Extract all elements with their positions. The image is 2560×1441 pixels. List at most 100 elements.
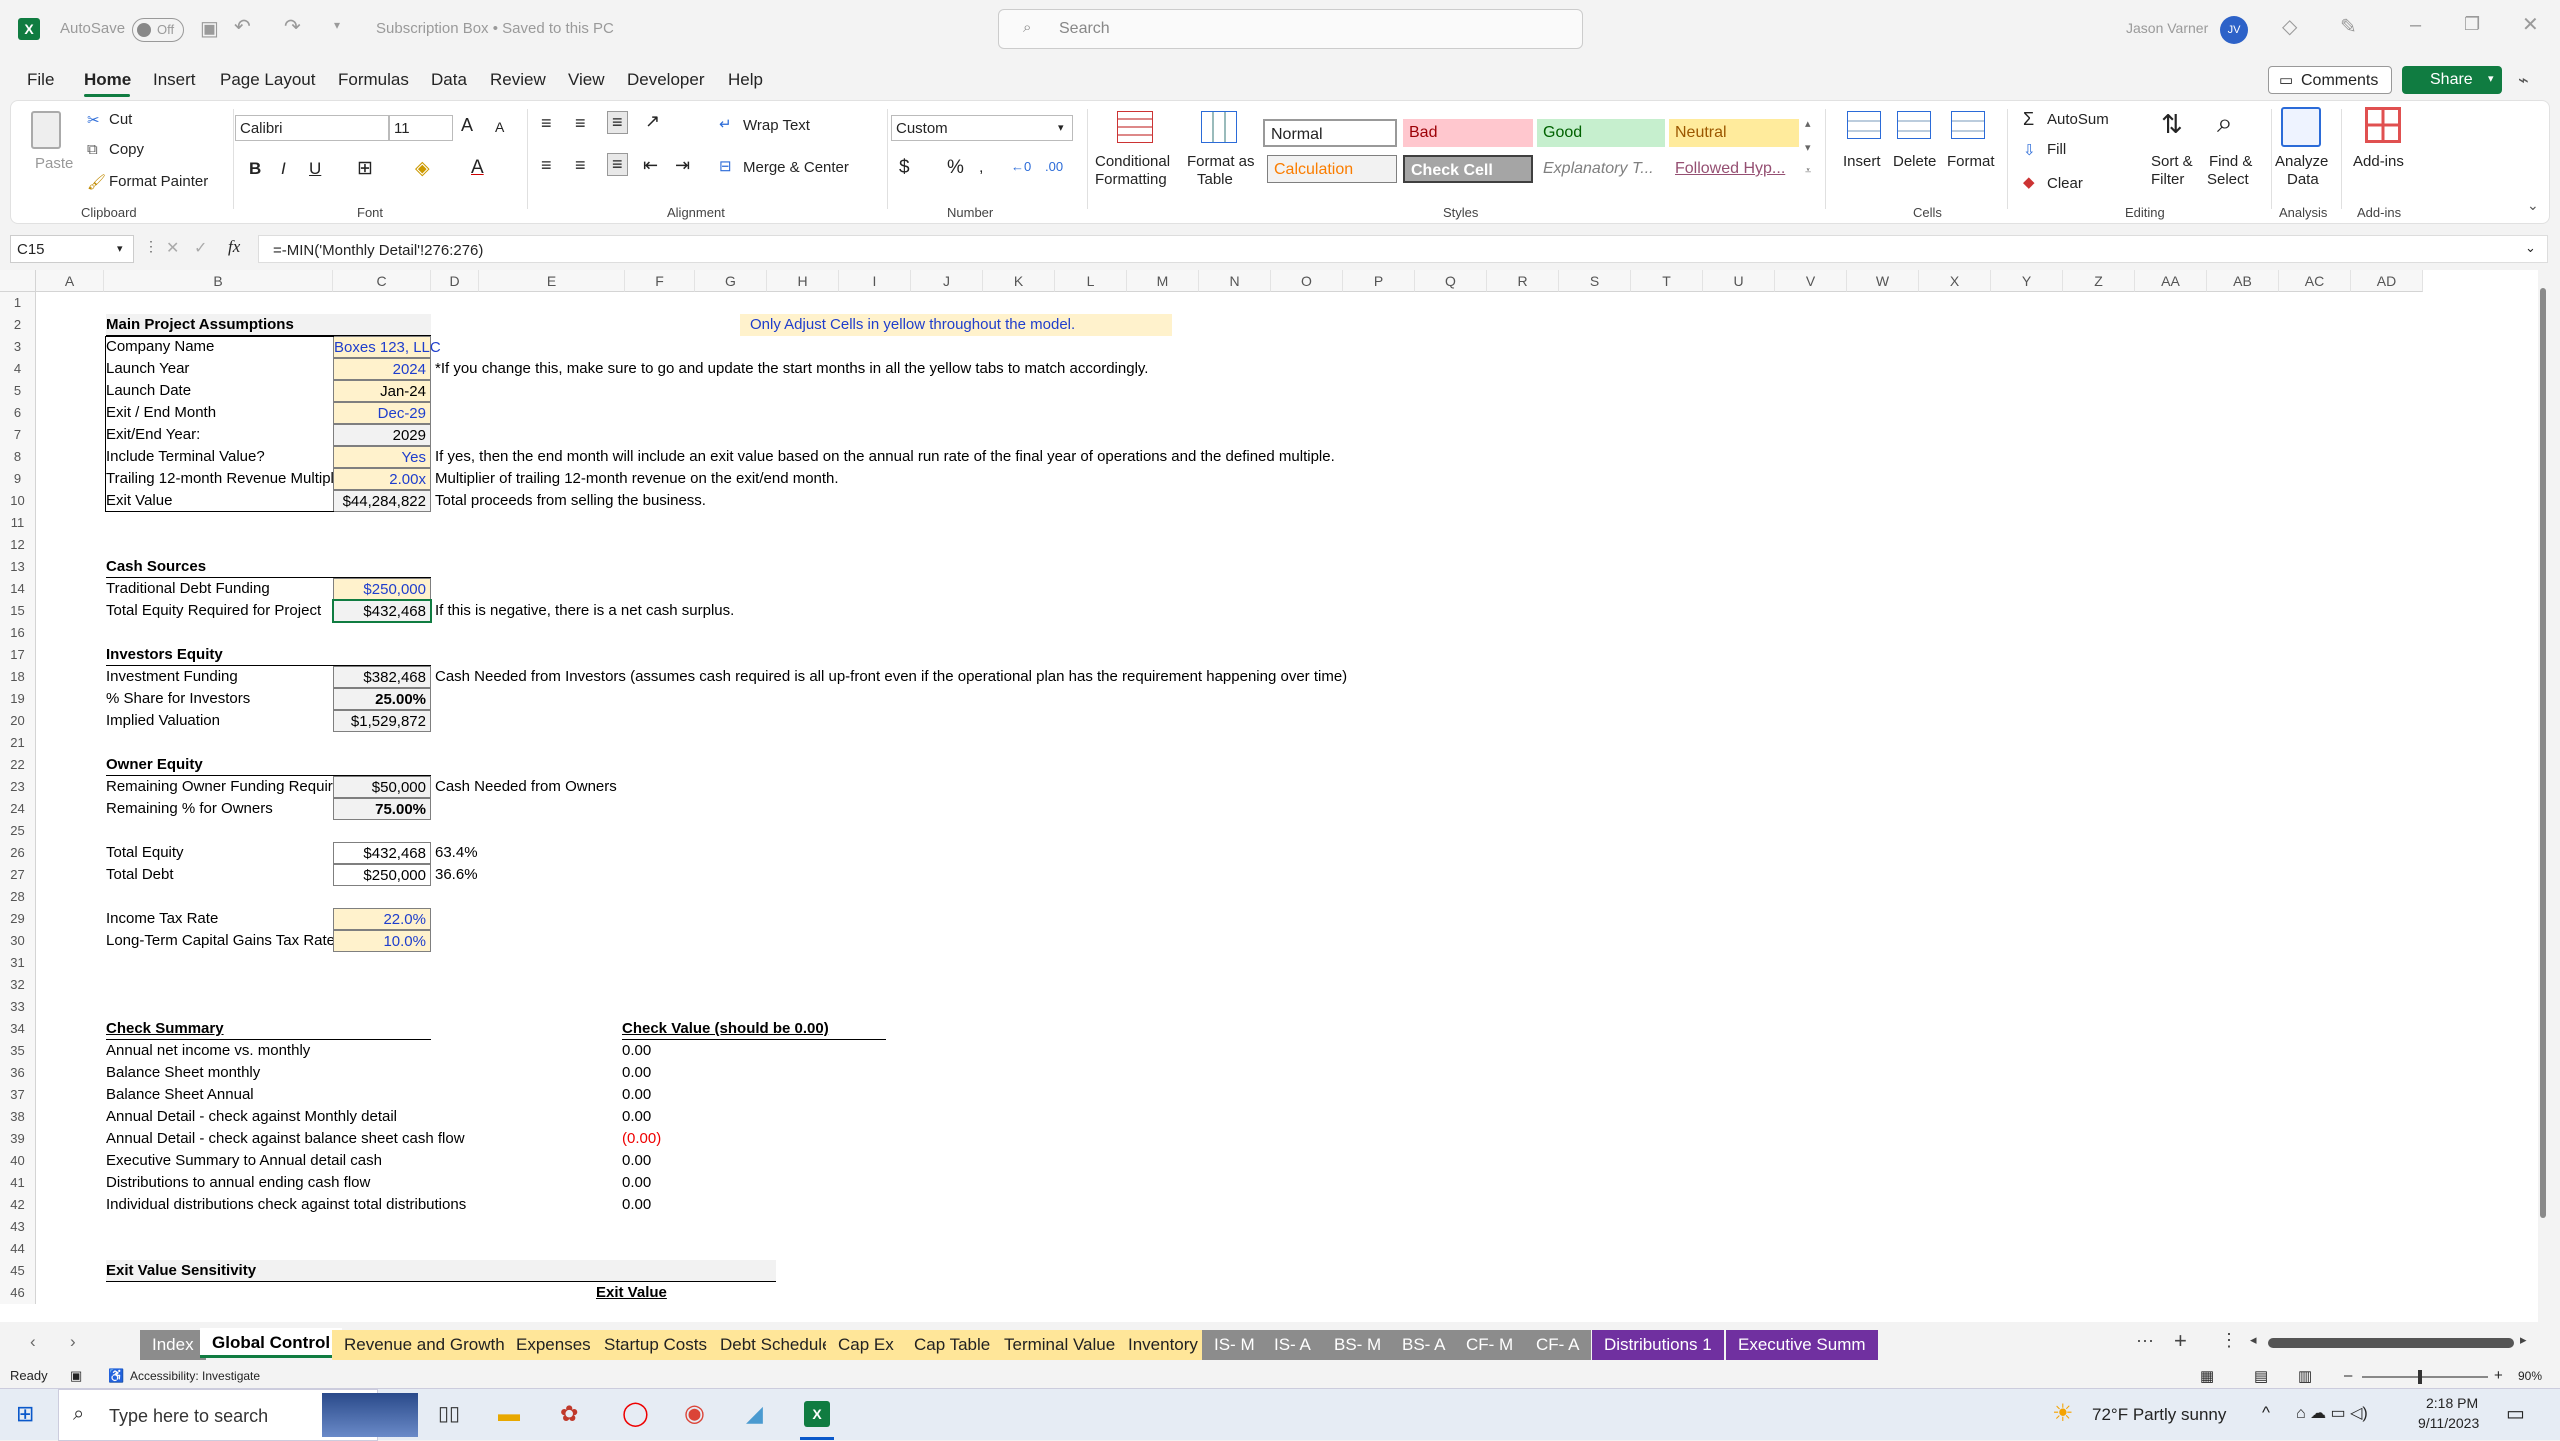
column-header-e[interactable]: E: [479, 270, 625, 292]
wrap-text-button[interactable]: Wrap Text: [743, 117, 810, 134]
row-header-33[interactable]: 33: [0, 996, 36, 1018]
format-painter-button[interactable]: Format Painter: [109, 173, 208, 190]
column-header-j[interactable]: J: [911, 270, 983, 292]
check-value-header[interactable]: Check Value (should be 0.00): [622, 1018, 886, 1040]
check-value[interactable]: 0.00: [622, 1172, 742, 1194]
sheet-tab[interactable]: Expenses: [504, 1330, 603, 1360]
chrome-icon[interactable]: ◉: [684, 1399, 705, 1428]
menu-help[interactable]: Help: [728, 70, 763, 90]
tax-value[interactable]: 10.0%: [333, 930, 431, 952]
close-icon[interactable]: ✕: [2522, 12, 2539, 37]
column-header-h[interactable]: H: [767, 270, 839, 292]
style-normal[interactable]: Normal: [1263, 119, 1397, 147]
owner-value[interactable]: 75.00%: [333, 798, 431, 820]
owner-label[interactable]: Remaining Owner Funding Required: [106, 776, 349, 798]
vertical-scrollbar[interactable]: [2538, 270, 2548, 1322]
row-header-44[interactable]: 44: [0, 1238, 36, 1260]
check-label[interactable]: Balance Sheet Annual: [106, 1084, 333, 1106]
row-header-19[interactable]: 19: [0, 688, 36, 710]
formula-input[interactable]: =-MIN('Monthly Detail'!276:276) ⌄: [258, 235, 2548, 263]
align-bottom-icon[interactable]: ≡: [607, 111, 628, 134]
assumption-value[interactable]: Jan-24: [333, 380, 431, 402]
insert-cells-button[interactable]: Insert: [1843, 153, 1881, 170]
row-header-40[interactable]: 40: [0, 1150, 36, 1172]
row-header-20[interactable]: 20: [0, 710, 36, 732]
exit-value-subheader[interactable]: Exit Value: [596, 1282, 667, 1304]
assumption-comment[interactable]: Multiplier of trailing 12-month revenue …: [435, 468, 1635, 490]
row-header-16[interactable]: 16: [0, 622, 36, 644]
total-label[interactable]: Total Debt: [106, 864, 333, 886]
owner-equity-header[interactable]: Owner Equity: [106, 754, 431, 776]
align-right-icon[interactable]: ≡: [607, 153, 628, 176]
more-sheets-icon[interactable]: ···: [2136, 1330, 2154, 1351]
check-label[interactable]: Balance Sheet monthly: [106, 1062, 333, 1084]
feedback-icon[interactable]: ⌁: [2518, 70, 2529, 91]
investor-value[interactable]: 25.00%: [333, 688, 431, 710]
column-header-p[interactable]: P: [1343, 270, 1415, 292]
notifications-icon[interactable]: ▭: [2506, 1401, 2525, 1426]
horizontal-scroll-thumb[interactable]: [2268, 1338, 2514, 1348]
style-explanatory[interactable]: Explanatory T...: [1537, 155, 1665, 183]
customize-qat-icon[interactable]: ▾: [334, 18, 340, 32]
add-ins-button[interactable]: Add-ins: [2353, 153, 2404, 170]
row-header-11[interactable]: 11: [0, 512, 36, 534]
row-header-25[interactable]: 25: [0, 820, 36, 842]
style-bad[interactable]: Bad: [1403, 119, 1533, 147]
number-format-select[interactable]: Custom ▾: [891, 115, 1073, 141]
investor-value[interactable]: $382,468: [333, 666, 431, 688]
row-header-38[interactable]: 38: [0, 1106, 36, 1128]
decrease-indent-icon[interactable]: ⇤: [643, 155, 658, 176]
total-percent[interactable]: 36.6%: [435, 864, 1635, 886]
row-header-4[interactable]: 4: [0, 358, 36, 380]
assumption-value[interactable]: 2024: [333, 358, 431, 380]
row-header-27[interactable]: 27: [0, 864, 36, 886]
menu-insert[interactable]: Insert: [153, 70, 196, 90]
orientation-icon[interactable]: ↗: [645, 111, 660, 132]
assumption-value[interactable]: 2.00x: [333, 468, 431, 490]
sheet-tab[interactable]: Inventory: [1116, 1330, 1210, 1360]
investor-value[interactable]: $1,529,872: [333, 710, 431, 732]
clock-time[interactable]: 2:18 PM: [2426, 1395, 2478, 1411]
sheet-tab[interactable]: Startup Costs: [592, 1330, 719, 1360]
tax-label[interactable]: Income Tax Rate: [106, 908, 333, 930]
check-value[interactable]: 0.00: [622, 1194, 742, 1216]
weather-text[interactable]: 72°F Partly sunny: [2092, 1405, 2226, 1425]
sheet-tab[interactable]: IS- M: [1202, 1330, 1267, 1360]
sheet-tab[interactable]: Debt Schedule: [708, 1330, 844, 1360]
row-header-15[interactable]: 15: [0, 600, 36, 622]
column-header-u[interactable]: U: [1703, 270, 1775, 292]
zoom-out-icon[interactable]: –: [2344, 1367, 2352, 1384]
column-header-c[interactable]: C: [333, 270, 431, 292]
expand-formula-icon[interactable]: ⌄: [2525, 240, 2536, 256]
select-all-corner[interactable]: [0, 270, 36, 292]
align-center-icon[interactable]: ≡: [575, 155, 586, 176]
underline-button[interactable]: U: [309, 159, 321, 179]
scroll-right-icon[interactable]: ▸: [2520, 1332, 2527, 1348]
assumption-comment[interactable]: If yes, then the end month will include …: [435, 446, 1635, 468]
styles-more-icon[interactable]: ⩡: [1805, 165, 1811, 178]
row-header-31[interactable]: 31: [0, 952, 36, 974]
comments-button[interactable]: ▭ Comments: [2268, 66, 2392, 94]
investor-label[interactable]: Implied Valuation: [106, 710, 333, 732]
row-header-34[interactable]: 34: [0, 1018, 36, 1040]
total-equity-required-label[interactable]: Total Equity Required for Project: [106, 600, 333, 622]
assumption-value[interactable]: Yes: [333, 446, 431, 468]
share-button[interactable]: Share ▾: [2402, 66, 2502, 94]
name-box[interactable]: C15 ▾: [10, 235, 134, 263]
grow-font-button[interactable]: A: [461, 115, 473, 136]
column-header-n[interactable]: N: [1199, 270, 1271, 292]
row-header-26[interactable]: 26: [0, 842, 36, 864]
cancel-icon[interactable]: ✕: [166, 238, 179, 258]
row-header-35[interactable]: 35: [0, 1040, 36, 1062]
style-followed-hyperlink[interactable]: Followed Hyp...: [1669, 155, 1799, 183]
check-value[interactable]: 0.00: [622, 1150, 742, 1172]
sheet-tab[interactable]: Cap Ex: [826, 1330, 906, 1360]
new-sheet-icon[interactable]: +: [2174, 1328, 2187, 1354]
insert-function-button[interactable]: fx: [228, 237, 240, 257]
bold-button[interactable]: B: [249, 159, 261, 179]
align-middle-icon[interactable]: ≡: [575, 113, 586, 134]
check-summary-header[interactable]: Check Summary: [106, 1018, 431, 1040]
undo-icon[interactable]: ↶: [234, 14, 251, 39]
column-header-b[interactable]: B: [104, 270, 333, 292]
styles-scroll-down-icon[interactable]: ▾: [1805, 141, 1811, 154]
